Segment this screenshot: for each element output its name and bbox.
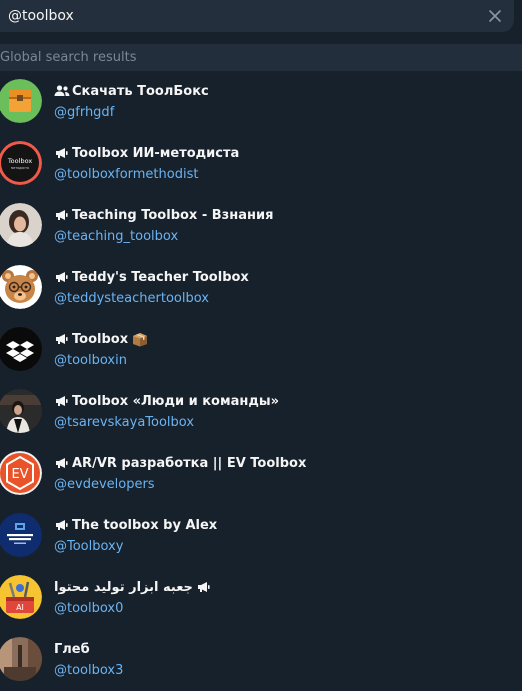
clear-search-icon[interactable]: [484, 5, 506, 27]
chat-title: Teddy's Teacher Toolbox: [54, 268, 249, 286]
list-item[interactable]: Teaching Toolbox - Взнания @teaching_too…: [0, 195, 522, 257]
section-header: Global search results: [0, 44, 522, 71]
list-item[interactable]: Toolbox «Люди и команды» @tsarevskayaToo…: [0, 381, 522, 443]
chat-title: جعبه ابزار تولید محتوا: [54, 578, 212, 596]
list-item[interactable]: Скачать ТоолБокс @gfrhgdf: [0, 71, 522, 133]
chat-title: Toolbox ИИ-методиста: [54, 144, 239, 162]
chat-username[interactable]: @toolboxin: [54, 353, 127, 368]
megaphone-icon: [54, 518, 70, 532]
list-item[interactable]: Toolbox методиста Toolbox ИИ-методиста @…: [0, 133, 522, 195]
chat-username[interactable]: @toolbox3: [54, 663, 123, 678]
toolbox-by-alex-avatar: [0, 513, 42, 557]
street-photo-avatar: [0, 637, 42, 681]
svg-text:Toolbox: Toolbox: [7, 157, 33, 165]
list-item[interactable]: Teddy's Teacher Toolbox @teddysteacherto…: [0, 257, 522, 319]
svg-text:методиста: методиста: [11, 166, 29, 170]
chat-username[interactable]: @evdevelopers: [54, 477, 155, 492]
list-item[interactable]: Глеб @toolbox3: [0, 629, 522, 691]
megaphone-icon: [54, 208, 70, 222]
chat-title: The toolbox by Alex: [54, 516, 217, 534]
woman-photo-avatar: [0, 203, 42, 247]
chat-username[interactable]: @teaching_toolbox: [54, 229, 178, 244]
person-photo-avatar: [0, 389, 42, 433]
dropbox-style-avatar: [0, 327, 42, 371]
chat-username[interactable]: @tsarevskayaToolbox: [54, 415, 194, 430]
svg-text:AI: AI: [16, 603, 24, 612]
chat-title: Глеб: [54, 641, 90, 657]
chat-title: Teaching Toolbox - Взнания: [54, 206, 273, 224]
megaphone-icon: [54, 270, 70, 284]
chest-orange-avatar: [0, 79, 42, 123]
teddy-bear-avatar: [0, 265, 42, 309]
chat-title: Скачать ТоолБокс: [54, 82, 209, 100]
chat-title: Toolbox: [54, 330, 148, 348]
chat-username[interactable]: @toolbox0: [54, 601, 123, 616]
toolbox-methodist-avatar: Toolbox методиста: [0, 141, 42, 185]
search-bar: [0, 0, 514, 32]
megaphone-icon: [54, 332, 70, 346]
ai-tools-avatar: AI: [0, 575, 42, 619]
results-list: Скачать ТоолБокс @gfrhgdf Toolbox методи…: [0, 71, 522, 691]
chat-username[interactable]: @Toolboxy: [54, 539, 123, 554]
group-icon: [54, 84, 70, 98]
list-item[interactable]: The toolbox by Alex @Toolboxy: [0, 505, 522, 567]
megaphone-icon: [54, 456, 70, 470]
megaphone-icon: [54, 146, 70, 160]
chat-username[interactable]: @toolboxformethodist: [54, 167, 198, 182]
package-icon: [132, 331, 148, 347]
chat-username[interactable]: @gfrhgdf: [54, 105, 114, 120]
list-item[interactable]: AI جعبه ابزار تولید محتوا @toolbox0: [0, 567, 522, 629]
ev-logo-avatar: EV: [0, 451, 42, 495]
search-input[interactable]: [0, 0, 470, 32]
svg-text:EV: EV: [11, 467, 28, 482]
megaphone-icon: [54, 394, 70, 408]
list-item[interactable]: Toolbox @toolboxin: [0, 319, 522, 381]
chat-title: AR/VR разработка || EV Toolbox: [54, 454, 306, 472]
chat-username[interactable]: @teddysteachertoolbox: [54, 291, 209, 306]
megaphone-icon: [196, 580, 212, 594]
list-item[interactable]: EV AR/VR разработка || EV Toolbox @evdev…: [0, 443, 522, 505]
chat-title: Toolbox «Люди и команды»: [54, 392, 279, 410]
